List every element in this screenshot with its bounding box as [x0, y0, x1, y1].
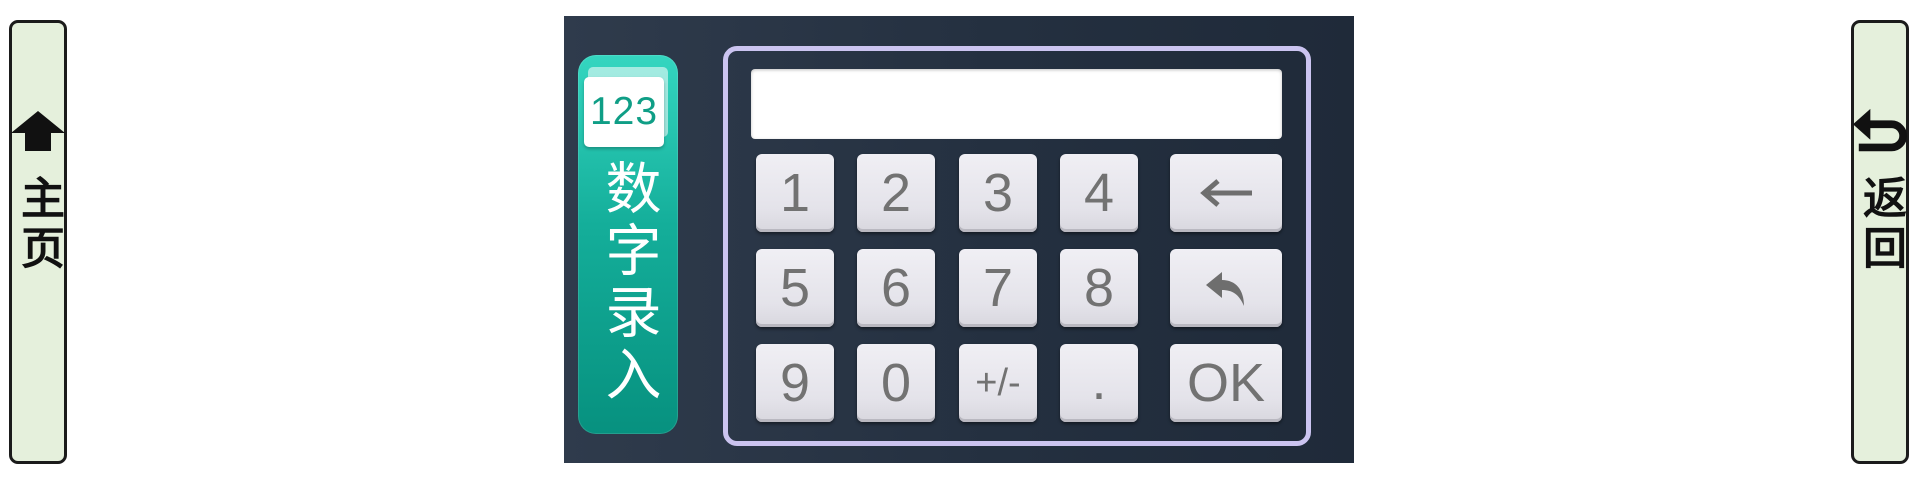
- left-arrow-icon: [1198, 178, 1254, 208]
- return-arrow-icon: [1853, 108, 1907, 155]
- number-display-field[interactable]: [751, 69, 1282, 139]
- key-9[interactable]: 9: [756, 344, 834, 422]
- mode-tag: 123 数字录入: [578, 55, 678, 434]
- undo-arrow-icon: [1204, 268, 1248, 308]
- home-label: 主页: [13, 175, 64, 275]
- back-button[interactable]: 返回: [1851, 20, 1909, 464]
- key-6[interactable]: 6: [857, 249, 935, 327]
- key-7[interactable]: 7: [959, 249, 1037, 327]
- sign-toggle-key[interactable]: +/-: [959, 344, 1037, 422]
- home-button[interactable]: 主页: [9, 20, 67, 464]
- mode-title: 数字录入: [596, 159, 661, 407]
- key-1[interactable]: 1: [756, 154, 834, 232]
- undo-key[interactable]: [1170, 249, 1282, 327]
- key-4[interactable]: 4: [1060, 154, 1138, 232]
- key-0[interactable]: 0: [857, 344, 935, 422]
- decimal-point-key[interactable]: .: [1060, 344, 1138, 422]
- key-2[interactable]: 2: [857, 154, 935, 232]
- backspace-key[interactable]: [1170, 154, 1282, 232]
- mode-icon-text: 123: [589, 90, 659, 133]
- key-5[interactable]: 5: [756, 249, 834, 327]
- numeric-mode-icon: 123: [584, 77, 664, 147]
- up-arrow-icon: [11, 109, 65, 155]
- key-8[interactable]: 8: [1060, 249, 1138, 327]
- back-label: 返回: [1855, 175, 1906, 275]
- key-3[interactable]: 3: [959, 154, 1037, 232]
- ok-key[interactable]: OK: [1170, 344, 1282, 422]
- numeric-input-panel: 123 数字录入 1 2 3 4 5 6 7 8 9 0 +/- . OK: [564, 16, 1354, 463]
